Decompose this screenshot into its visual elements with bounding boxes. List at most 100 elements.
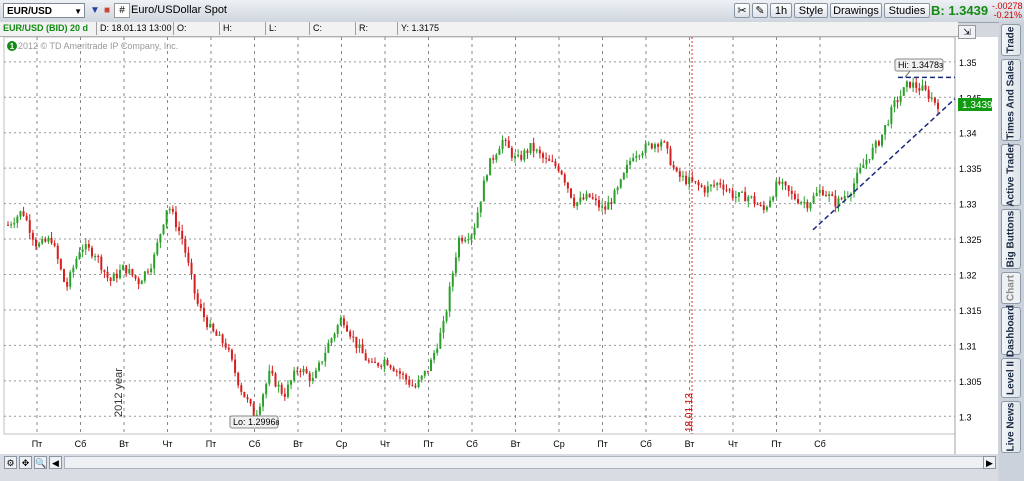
x-tick-label: Пт [771, 439, 782, 449]
candle-body [122, 265, 125, 270]
drawings-button[interactable]: Drawings [830, 3, 882, 18]
link-color-icon[interactable]: ■ [100, 3, 114, 18]
candle-body [299, 370, 302, 373]
style-button[interactable]: Style [794, 3, 828, 18]
candle-body [601, 206, 604, 208]
dropdown-arrow-icon: ▼ [74, 7, 82, 16]
x-tick-label: Пт [423, 439, 434, 449]
candle-body [793, 193, 796, 200]
candle-body [874, 141, 877, 148]
candle-body [899, 95, 902, 103]
candle-body [585, 193, 588, 200]
candle-body [311, 377, 314, 382]
sidebar-tab-level-ii[interactable]: Level II [1001, 358, 1021, 398]
candle-body [187, 252, 190, 263]
high-label-pointer [904, 70, 911, 78]
candle-body [66, 281, 69, 287]
candle-body [355, 336, 358, 348]
interval-button[interactable]: 1h [770, 3, 792, 18]
candle-body [50, 237, 53, 244]
candle-body [734, 196, 737, 198]
candle-body [414, 385, 417, 388]
horizontal-scrollbar[interactable] [64, 456, 986, 469]
candle-body [840, 198, 843, 200]
candle-body [171, 208, 174, 212]
candle-body [56, 245, 59, 260]
high-readout: H: 1.33654 [220, 22, 266, 49]
candle-body [915, 82, 918, 89]
candle-body [501, 139, 504, 149]
y-tick-label: 1.305 [959, 377, 982, 387]
candle-body [339, 318, 342, 326]
pan-icon[interactable]: ✥ [19, 456, 32, 469]
candle-body [426, 370, 429, 372]
candle-body [212, 323, 215, 332]
y-tick-label: 1.32 [959, 270, 977, 280]
y-tick-label: 1.325 [959, 235, 982, 245]
candle-body [112, 273, 115, 281]
candle-body [146, 271, 149, 273]
zoom-icon[interactable]: ⚙ [4, 456, 17, 469]
price-chart[interactable]: 1.351.3451.341.3351.331.3251.321.3151.31… [0, 36, 998, 454]
candle-body [709, 184, 712, 187]
candle-body [554, 161, 557, 167]
x-tick-label: Сб [640, 439, 652, 449]
candle-body [896, 100, 899, 103]
candle-body [719, 183, 722, 185]
sidebar-tab-live-news[interactable]: Live News [1001, 401, 1021, 453]
candle-body [25, 215, 28, 221]
candle-body [454, 257, 457, 274]
candle-body [756, 203, 759, 205]
sidebar-tab-active-trader[interactable]: Active Trader [1001, 143, 1021, 207]
chart-area[interactable]: 1.351.3451.341.3351.331.3251.321.3151.31… [0, 25, 998, 454]
candle-body [610, 202, 613, 204]
x-tick-label: Сб [75, 439, 87, 449]
symbol-selector[interactable]: EUR/USD ▼ [3, 3, 85, 18]
candle-body [548, 158, 551, 161]
last-price-label: 1.3439 [962, 100, 993, 111]
candle-body [230, 349, 233, 360]
candle-body [330, 338, 333, 343]
candle-body [420, 375, 423, 380]
tools-icon[interactable]: ✂ [734, 3, 750, 18]
candle-body [305, 368, 308, 374]
candle-body [380, 365, 383, 367]
candle-body [881, 134, 884, 146]
candle-body [293, 370, 296, 381]
ohlc-info-bar: EUR/USD (BID) 20 d 1h D: 18.01.13 13:00 … [0, 22, 958, 49]
candle-body [887, 123, 890, 126]
sidebar-tab-dashboard[interactable]: Dashboard [1001, 305, 1021, 357]
candle-body [622, 172, 625, 180]
candle-body [818, 190, 821, 193]
sidebar-tab-times-and-sales[interactable]: Times And Sales [1001, 59, 1021, 141]
candle-body [433, 352, 436, 360]
expand-icon[interactable]: ⇲ [958, 25, 976, 39]
candle-body [283, 393, 286, 397]
hash-icon[interactable]: # [114, 3, 130, 18]
scroll-right-icon[interactable]: ▶ [983, 456, 996, 469]
candle-body [174, 211, 177, 228]
pencil-icon[interactable]: ✎ [752, 3, 768, 18]
sidebar-tab-big-buttons[interactable]: Big Buttons [1001, 209, 1021, 269]
date-readout: D: 18.01.13 13:00 [97, 22, 174, 35]
candle-body [797, 199, 800, 204]
studies-button[interactable]: Studies [884, 3, 930, 18]
candle-body [140, 280, 143, 285]
candle-body [479, 201, 482, 213]
candle-body [16, 216, 19, 223]
candle-body [853, 183, 856, 195]
candle-body [753, 196, 756, 204]
sidebar-tab-chart[interactable]: Chart [1001, 272, 1021, 304]
candle-body [510, 147, 513, 158]
candle-body [759, 204, 762, 206]
candle-body [249, 399, 252, 404]
candle-body [532, 142, 535, 152]
search-icon[interactable]: 🔍 [34, 456, 47, 469]
candle-body [933, 97, 936, 103]
scroll-left-icon[interactable]: ◀ [49, 456, 62, 469]
candle-body [725, 189, 728, 191]
candle-body [196, 293, 199, 304]
candle-body [566, 182, 569, 189]
sidebar-tab-trade[interactable]: Trade [1001, 24, 1021, 56]
candle-body [262, 394, 265, 407]
